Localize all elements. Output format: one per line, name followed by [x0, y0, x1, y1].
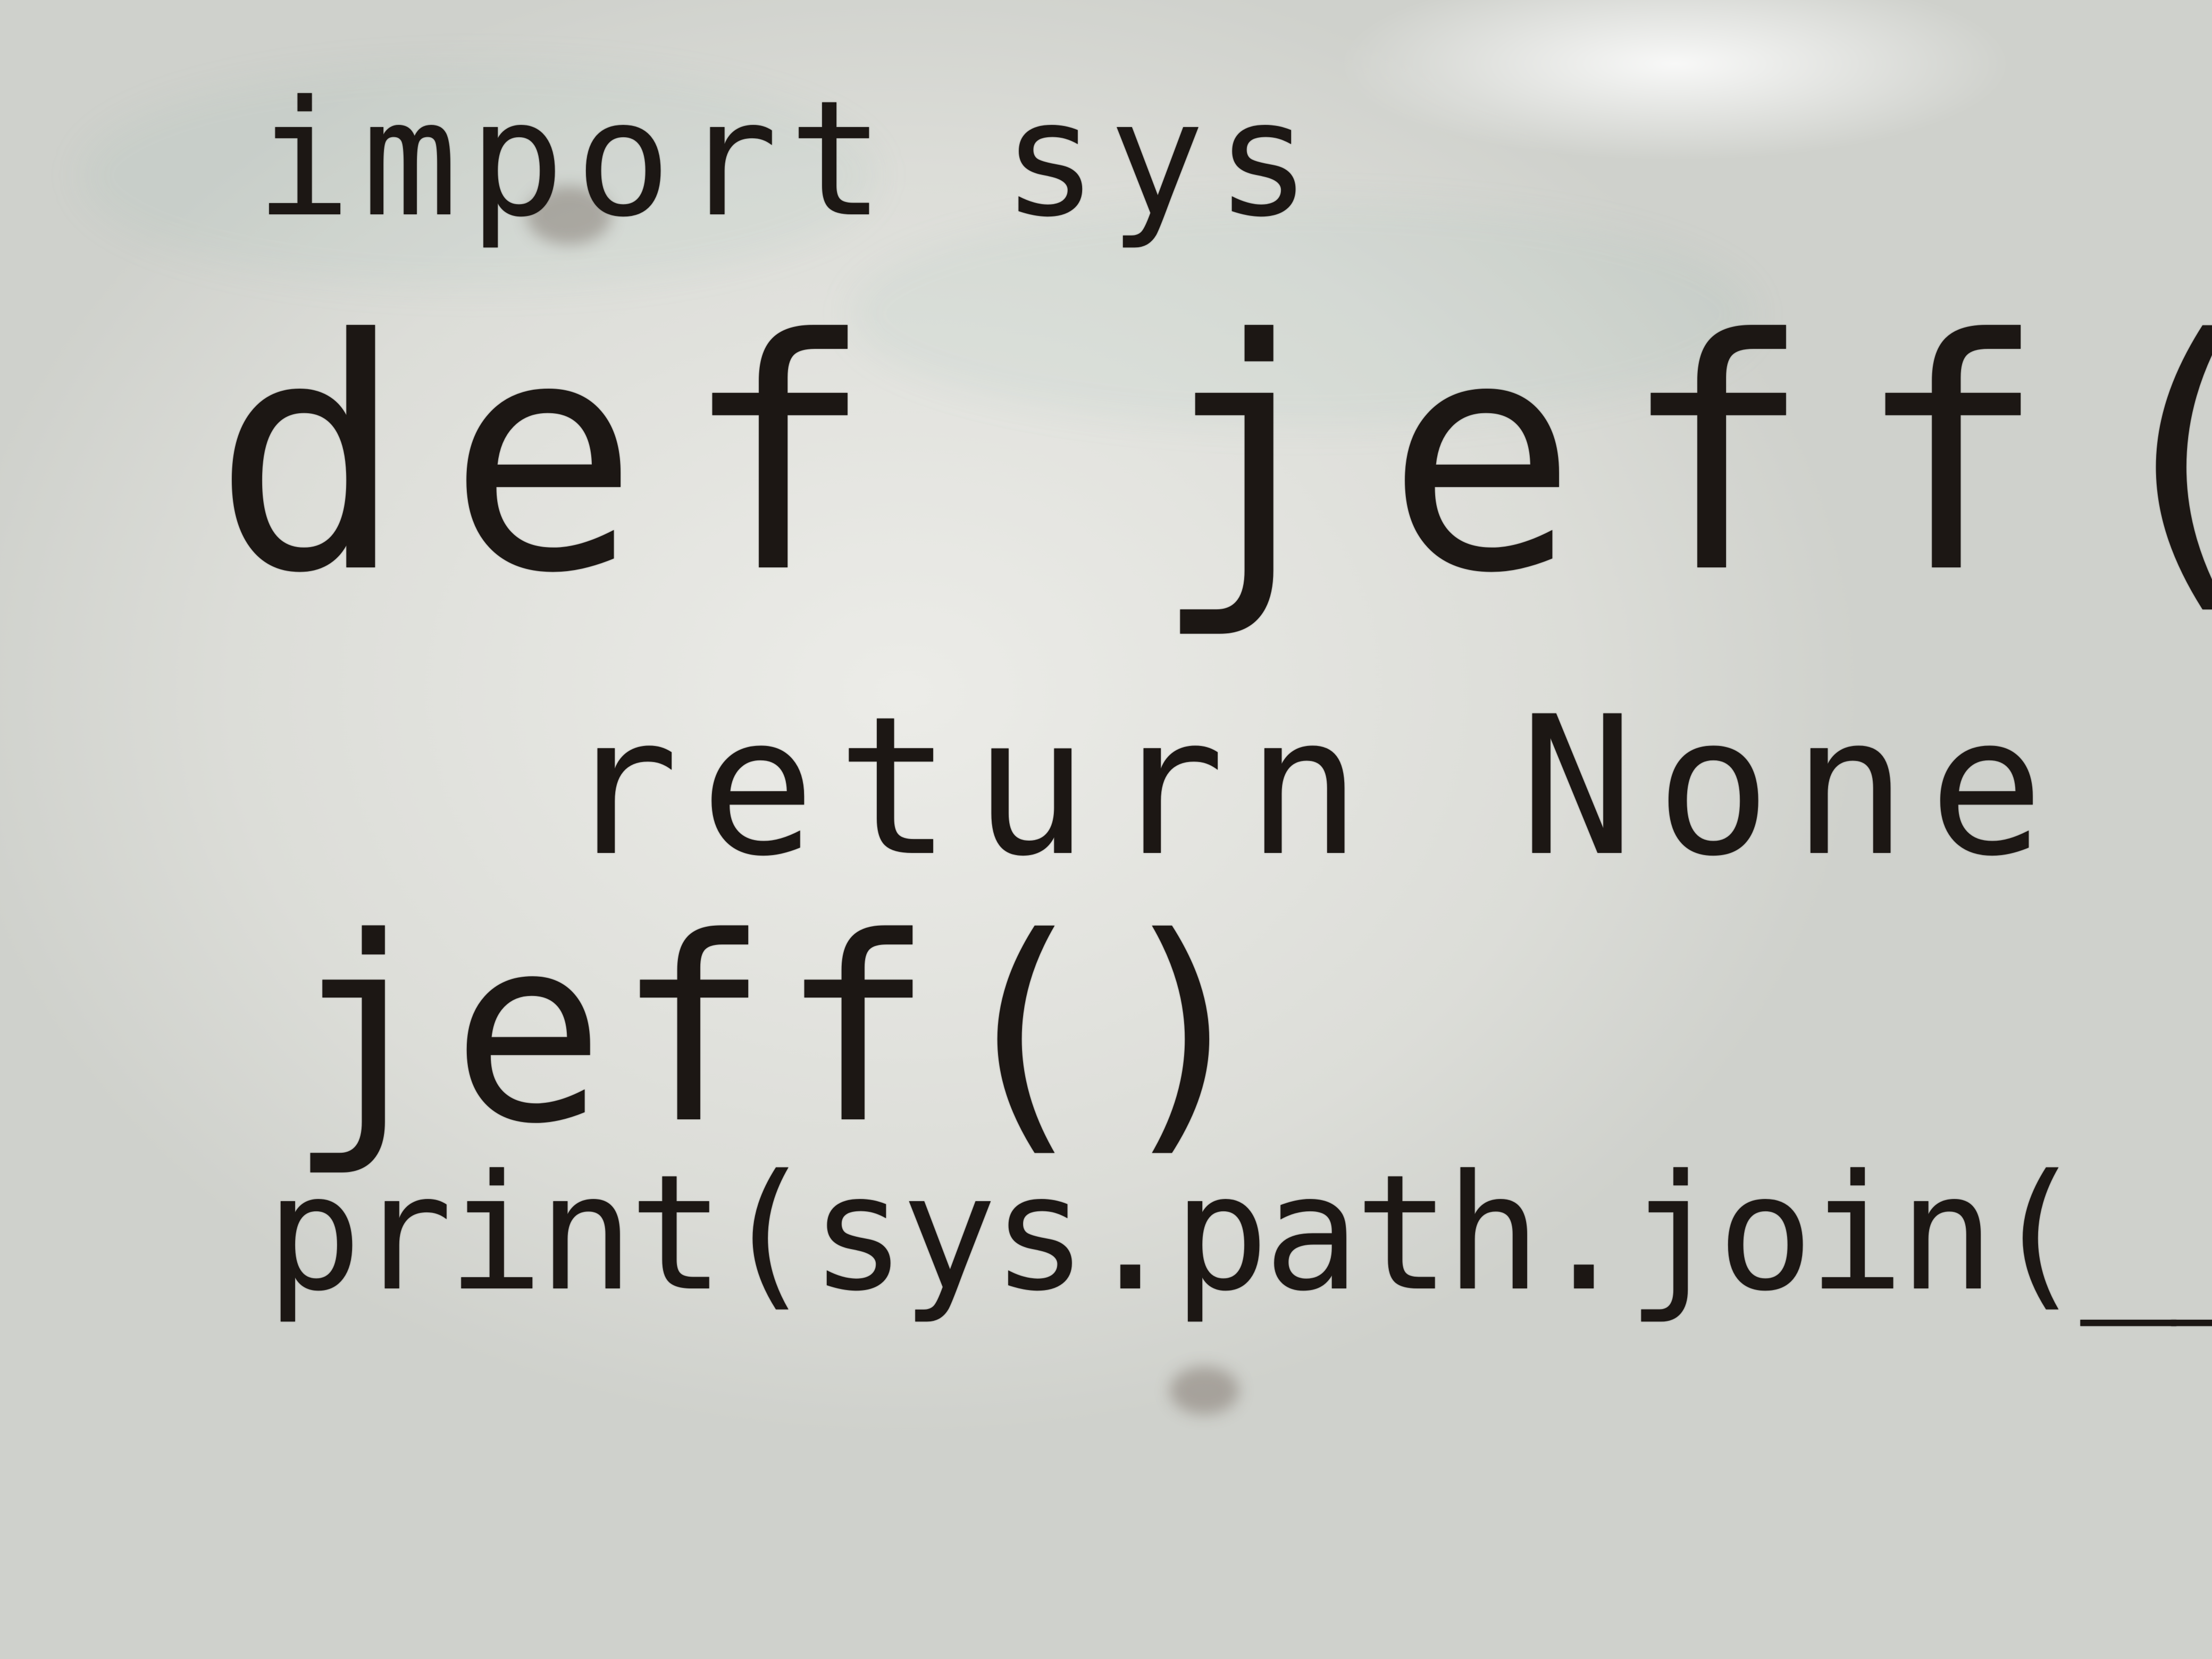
code-line-call: jeff(): [287, 883, 1273, 1180]
ink-smudge: [1170, 1367, 1239, 1414]
code-line-def: def jeff():: [213, 271, 2212, 643]
code-line-print: print(sys.path.join(__file__)): [266, 1141, 2212, 1326]
whiteboard: import sys def jeff(): return None jeff(…: [0, 0, 2212, 1659]
code-line-return: return None: [564, 675, 2066, 898]
code-line-import: import sys: [255, 66, 1322, 252]
